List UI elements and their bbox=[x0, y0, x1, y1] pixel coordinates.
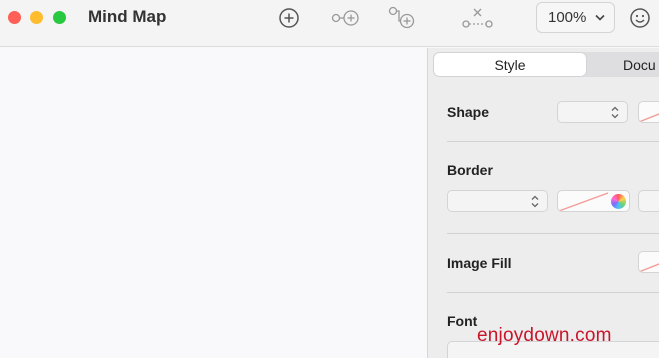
zoom-select[interactable]: 100% bbox=[536, 2, 615, 33]
fullscreen-window-button[interactable] bbox=[53, 11, 66, 24]
title-toolbar: Mind Map 100% bbox=[0, 0, 659, 47]
up-down-chevron-icon bbox=[611, 106, 619, 119]
mind-map-canvas[interactable] bbox=[0, 48, 427, 358]
shape-select[interactable] bbox=[557, 101, 628, 123]
inspector-panel: Style Docu Shape Border Image Fill Font bbox=[427, 48, 659, 358]
section-divider bbox=[447, 292, 659, 293]
no-color-slash-icon bbox=[639, 263, 659, 272]
minimize-window-button[interactable] bbox=[30, 11, 43, 24]
font-label: Font bbox=[447, 313, 478, 329]
watermark-text: enjoydown.com bbox=[477, 325, 612, 346]
color-wheel-icon[interactable] bbox=[611, 194, 626, 209]
shape-fill-swatch[interactable] bbox=[638, 101, 659, 123]
no-color-slash-icon bbox=[558, 192, 609, 211]
tab-document[interactable]: Docu bbox=[593, 52, 659, 77]
add-child-topic-icon[interactable] bbox=[388, 6, 416, 30]
close-window-button[interactable] bbox=[8, 11, 21, 24]
border-color-well[interactable] bbox=[557, 190, 630, 212]
section-divider bbox=[447, 233, 659, 234]
border-width-field[interactable] bbox=[638, 190, 659, 212]
add-topic-icon[interactable] bbox=[276, 6, 302, 30]
delete-connection-icon[interactable] bbox=[462, 6, 494, 30]
section-divider bbox=[447, 141, 659, 142]
app-window: Mind Map 100% Style Docu Shape Border Im… bbox=[0, 0, 659, 358]
border-style-select[interactable] bbox=[447, 190, 548, 212]
shape-label: Shape bbox=[447, 104, 490, 120]
zoom-value: 100% bbox=[548, 9, 587, 26]
up-down-chevron-icon bbox=[531, 195, 539, 208]
inspector-tab-bar: Style Docu bbox=[433, 52, 659, 77]
add-subtopic-icon[interactable] bbox=[330, 6, 362, 30]
tab-style[interactable]: Style bbox=[434, 53, 586, 76]
border-label: Border bbox=[447, 162, 493, 178]
image-fill-well[interactable] bbox=[638, 251, 659, 273]
window-title: Mind Map bbox=[88, 7, 167, 26]
image-fill-label: Image Fill bbox=[447, 255, 512, 271]
no-color-slash-icon bbox=[639, 113, 659, 122]
chevron-down-icon bbox=[595, 14, 605, 21]
emoji-icon[interactable] bbox=[627, 6, 653, 30]
